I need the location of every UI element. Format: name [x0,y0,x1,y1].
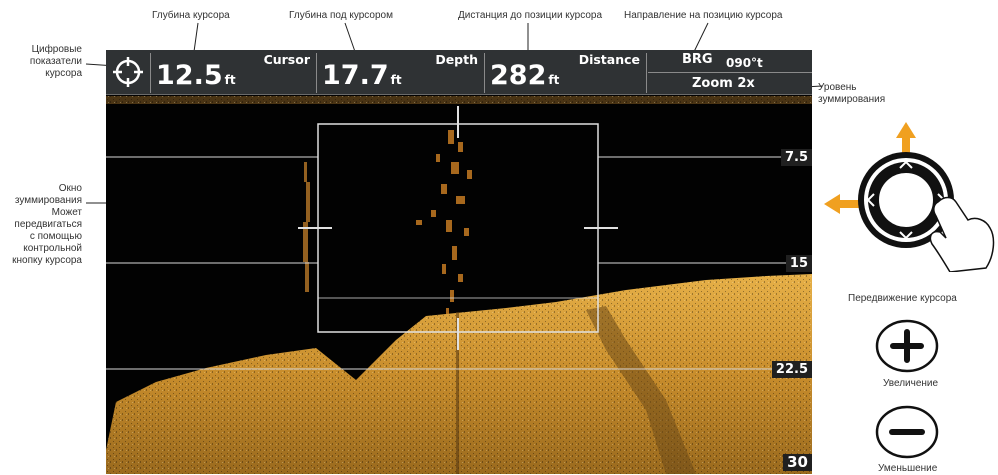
distance-value: 282 ft [490,60,560,91]
minus-icon[interactable] [874,404,940,460]
cursor-readout-bar: Cursor 12.5 ft Depth 17.7 ft Distance 282 f… [106,50,812,95]
separator [484,53,485,93]
separator [646,53,647,93]
distance-readout: Distance 282 ft [486,50,646,94]
depth-value: 17.7 ft [322,60,402,91]
separator [648,72,812,73]
plus-icon[interactable] [874,318,940,374]
sonar-screen[interactable]: 7.5 15 22.5 30 Cursor 12.5 ft Depth 17.7 f… [106,50,812,474]
depth-readout: Depth 17.7 ft [318,50,484,94]
arrow-up-icon [896,122,916,156]
separator [316,53,317,93]
cursor-label: Cursor [263,52,310,67]
cursor-readout: Cursor 12.5 ft [152,50,316,94]
distance-label: Distance [578,52,640,67]
cursor-depth-value: 12.5 ft [156,60,236,91]
sonar-image [106,96,812,474]
bearing-value: 090°t [726,56,763,70]
separator [150,53,151,93]
crosshair-icon [113,57,143,87]
cursor-dpad-icon[interactable] [820,116,998,272]
depth-scale-label: 22.5 [771,361,812,378]
depth-scale-label: 7.5 [780,149,812,166]
arrow-left-icon [824,194,864,214]
finger-icon [929,196,995,272]
bearing-label: BRG [682,52,713,67]
zoom-level-value: Zoom 2x [692,76,755,91]
depth-label: Depth [435,52,478,67]
bearing-zoom-readout: BRG 090°t Zoom 2x [648,50,812,94]
depth-scale-label: 30 [783,454,812,471]
depth-scale-label: 15 [785,255,812,272]
